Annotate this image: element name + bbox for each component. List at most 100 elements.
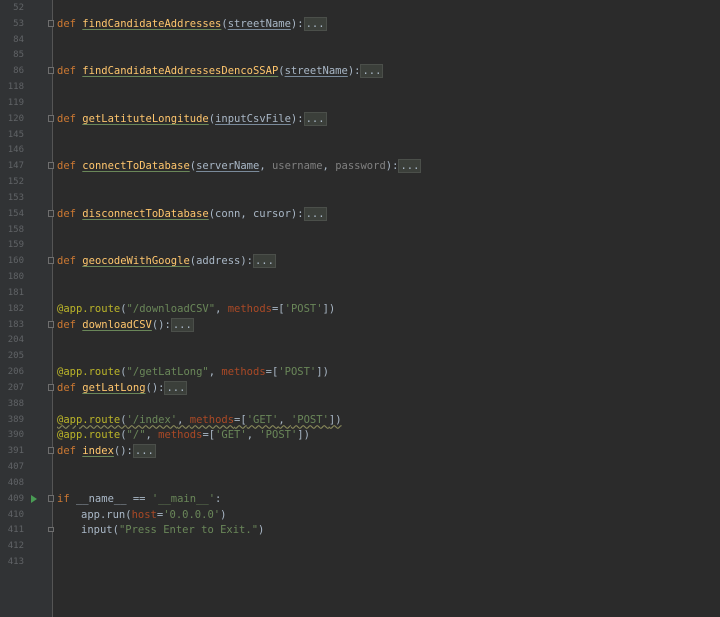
folded-code-placeholder[interactable]: ... bbox=[303, 111, 327, 126]
code-line[interactable]: 145 bbox=[0, 127, 720, 143]
code-text: input("Press Enter to Exit.") bbox=[81, 522, 264, 538]
code-line[interactable]: 389 @app.route('/index', methods=['GET', … bbox=[0, 412, 720, 428]
line-number: 409 bbox=[7, 493, 24, 504]
code-line[interactable]: 154 def disconnectToDatabase(conn, cursor… bbox=[0, 206, 720, 222]
folded-code-placeholder[interactable]: ... bbox=[398, 159, 422, 174]
line-number: 119 bbox=[7, 97, 24, 108]
line-number: 180 bbox=[7, 272, 24, 283]
code-text: @app.route("/downloadCSV", methods=['POS… bbox=[57, 301, 335, 317]
code-line[interactable]: 180 bbox=[0, 269, 720, 285]
code-text: @app.route("/", methods=['GET', 'POST']) bbox=[57, 427, 310, 443]
folded-code-placeholder[interactable]: ... bbox=[164, 380, 188, 395]
code-line[interactable]: 158 bbox=[0, 222, 720, 238]
code-line[interactable]: 159 bbox=[0, 237, 720, 253]
code-line[interactable]: 390 @app.route("/", methods=['GET', 'POST… bbox=[0, 427, 720, 443]
code-line[interactable]: 408 bbox=[0, 475, 720, 491]
string-literal: '0.0.0.0' bbox=[163, 508, 221, 521]
fold-toggle-icon[interactable] bbox=[48, 257, 54, 265]
code-line[interactable]: 152 bbox=[0, 174, 720, 190]
folded-code-placeholder[interactable]: ... bbox=[170, 317, 194, 332]
line-number: 84 bbox=[13, 34, 24, 45]
code-line[interactable]: 206 @app.route("/getLatLong", methods=['P… bbox=[0, 364, 720, 380]
code-token: ): bbox=[347, 65, 361, 78]
code-line[interactable]: 52 bbox=[0, 0, 720, 16]
code-token: =[ bbox=[271, 302, 285, 315]
code-line[interactable]: 160 def geocodeWithGoogle(address):... bbox=[0, 253, 720, 269]
line-number: 160 bbox=[7, 256, 24, 267]
string-literal: "/downloadCSV" bbox=[126, 302, 216, 315]
code-line[interactable]: 411 input("Press Enter to Exit.") bbox=[0, 522, 720, 538]
fold-toggle-icon[interactable] bbox=[48, 114, 54, 122]
code-line[interactable]: 153 bbox=[0, 190, 720, 206]
folded-code-placeholder[interactable]: ... bbox=[360, 64, 384, 79]
line-number: 118 bbox=[7, 82, 24, 93]
string-literal: 'POST' bbox=[284, 302, 323, 315]
function-name: disconnectToDatabase bbox=[82, 207, 209, 220]
keyword-argument: methods bbox=[158, 429, 203, 442]
fold-toggle-icon[interactable] bbox=[48, 383, 54, 391]
code-token: (): bbox=[145, 381, 165, 394]
folded-code-placeholder[interactable]: ... bbox=[132, 444, 156, 459]
line-number: 52 bbox=[13, 3, 24, 13]
keyword-argument: methods bbox=[189, 413, 235, 426]
line-number: 85 bbox=[13, 50, 24, 61]
code-token: , bbox=[177, 413, 190, 426]
code-token: ]) bbox=[322, 302, 336, 315]
decorator: @app.route bbox=[57, 429, 121, 442]
code-line[interactable]: 205 bbox=[0, 348, 720, 364]
fold-end-icon[interactable] bbox=[48, 527, 54, 533]
string-literal: 'GET' bbox=[246, 413, 279, 426]
code-text: def geocodeWithGoogle(address):... bbox=[57, 253, 276, 269]
folded-code-placeholder[interactable]: ... bbox=[303, 206, 327, 221]
code-line[interactable]: 182 @app.route("/downloadCSV", methods=['… bbox=[0, 301, 720, 317]
code-line[interactable]: 86 def findCandidateAddressesDencoSSAP(st… bbox=[0, 63, 720, 79]
code-line[interactable]: 207 def getLatLong():... bbox=[0, 380, 720, 396]
code-line[interactable]: 409 if __name__ == '__main__': bbox=[0, 491, 720, 507]
code-line[interactable]: 53 def findCandidateAddresses(streetName)… bbox=[0, 16, 720, 32]
keyword: def bbox=[57, 112, 83, 125]
fold-toggle-icon[interactable] bbox=[48, 320, 54, 328]
code-text: def findCandidateAddressesDencoSSAP(stre… bbox=[57, 63, 384, 79]
code-line[interactable]: 85 bbox=[0, 47, 720, 63]
fold-toggle-icon[interactable] bbox=[48, 494, 54, 502]
code-token: ): bbox=[385, 160, 399, 173]
fold-toggle-icon[interactable] bbox=[48, 162, 54, 170]
fold-toggle-icon[interactable] bbox=[48, 19, 54, 27]
folded-code-placeholder[interactable]: ... bbox=[252, 254, 276, 269]
code-token: ): bbox=[290, 17, 304, 30]
fold-toggle-icon[interactable] bbox=[48, 209, 54, 217]
code-line[interactable]: 146 bbox=[0, 142, 720, 158]
line-number: 153 bbox=[7, 192, 24, 203]
line-number: 391 bbox=[7, 446, 24, 457]
fold-toggle-icon[interactable] bbox=[48, 447, 54, 455]
folded-code-placeholder[interactable]: ... bbox=[303, 16, 327, 31]
run-icon[interactable] bbox=[31, 494, 37, 503]
code-line[interactable]: 407 bbox=[0, 459, 720, 475]
code-line[interactable]: 183 def downloadCSV():... bbox=[0, 317, 720, 333]
code-token: =[ bbox=[234, 413, 247, 426]
code-line[interactable]: 84 bbox=[0, 32, 720, 48]
code-line[interactable]: 147 def connectToDatabase(serverName, use… bbox=[0, 158, 720, 174]
line-number: 206 bbox=[7, 367, 24, 378]
code-line[interactable]: 120 def getLatituteLongitude(inputCsvFile… bbox=[0, 111, 720, 127]
keyword: def bbox=[57, 318, 83, 331]
code-line[interactable]: 204 bbox=[0, 332, 720, 348]
code-text: app.run(host='0.0.0.0') bbox=[81, 507, 226, 523]
code-line[interactable]: 181 bbox=[0, 285, 720, 301]
code-token: , bbox=[278, 413, 291, 426]
code-line[interactable]: 119 bbox=[0, 95, 720, 111]
code-line[interactable]: 388 bbox=[0, 396, 720, 412]
code-line[interactable]: 391 def index():... bbox=[0, 443, 720, 459]
code-line[interactable]: 413 bbox=[0, 554, 720, 570]
code-token: input( bbox=[81, 524, 119, 537]
code-line[interactable]: 410 app.run(host='0.0.0.0') bbox=[0, 507, 720, 523]
code-editor[interactable]: 52 53 def findCandidateAddresses(streetNam… bbox=[0, 0, 720, 617]
parameter: streetName bbox=[227, 17, 291, 30]
decorator: @app.route bbox=[57, 413, 121, 426]
fold-toggle-icon[interactable] bbox=[48, 67, 54, 75]
keyword: def bbox=[57, 17, 83, 30]
code-text: def disconnectToDatabase(conn, cursor):.… bbox=[57, 206, 327, 222]
code-line[interactable]: 412 bbox=[0, 538, 720, 554]
code-line[interactable]: 118 bbox=[0, 79, 720, 95]
code-token: ]) bbox=[316, 366, 329, 379]
